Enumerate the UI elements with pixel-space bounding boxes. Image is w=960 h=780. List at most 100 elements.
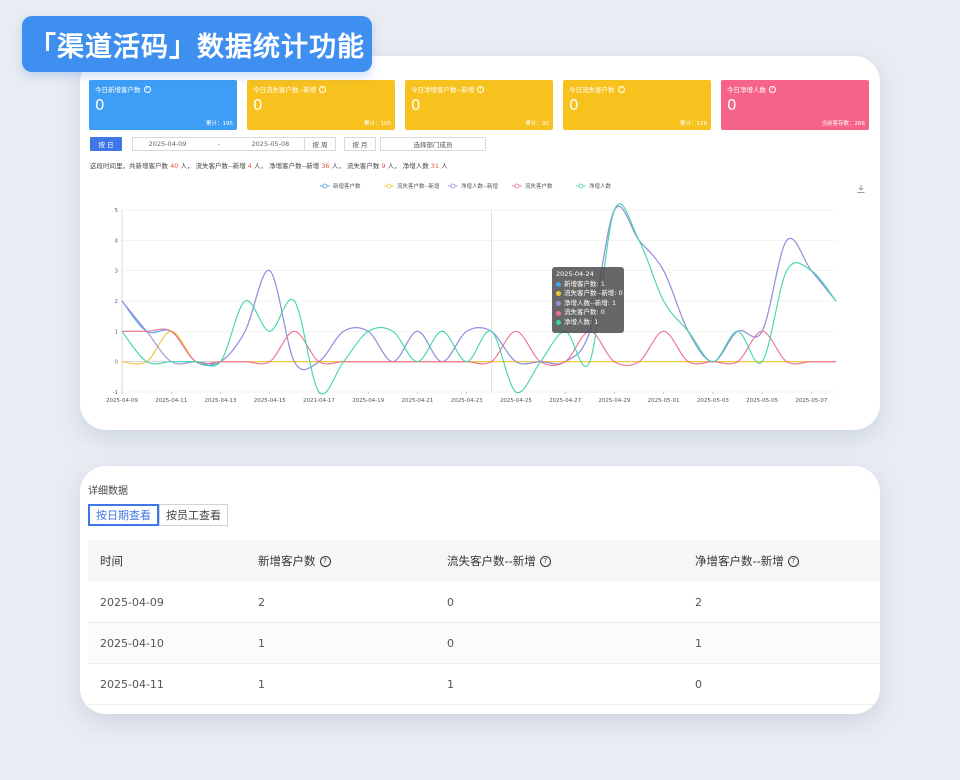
end-date: 2025-05-08: [251, 140, 290, 148]
details-card: 详细数据 按日期查看 按员工查看 时间 新增客户数? 流失客户数--新增? 净增…: [80, 466, 880, 714]
summary-text: 这段时间里，共新增客户数 40 人， 流失客户数--新增 4 人， 净增客户数-…: [90, 162, 448, 170]
column-header: 净增客户数--新增?: [683, 553, 880, 569]
table-cell: 0: [695, 677, 702, 691]
stat-value: 0: [727, 96, 737, 114]
legend-marker: [578, 183, 584, 189]
table-row: 2025-04-09 2 0 2: [88, 582, 880, 623]
table-row: 2025-04-10 1 0 1: [88, 623, 880, 664]
help-icon[interactable]: ?: [617, 85, 625, 93]
summary-unit: 人: [387, 162, 395, 170]
tab-by-date[interactable]: 按日期查看: [88, 504, 159, 526]
x-tick-label: 2025-05-03: [697, 398, 729, 404]
column-label: 净增客户数--新增: [695, 554, 784, 568]
tooltip-label: 净增人数--新增: 1: [564, 298, 617, 307]
tab-by-employee[interactable]: 按员工查看: [159, 504, 228, 526]
stat-lost-new: 今日流失客户数--新增? 0 累计：105: [247, 80, 395, 130]
tooltip-label: 净增人数: 1: [564, 317, 599, 326]
summary-new-count: 40: [170, 162, 179, 170]
view-tabs: 按日期查看 按员工查看: [88, 504, 228, 526]
x-tick-label: 2025-04-15: [254, 398, 286, 404]
y-tick-label: 1: [115, 329, 119, 335]
table-cell: 1: [695, 636, 702, 650]
summary-net-count: 31: [430, 162, 440, 170]
help-icon[interactable]: ?: [319, 85, 327, 93]
y-tick-label: 5: [115, 208, 119, 214]
details-table: 时间 新增客户数? 流失客户数--新增? 净增客户数--新增? 2025-04-…: [88, 540, 880, 705]
x-tick-label: 2025-05-07: [795, 398, 827, 404]
details-title: 详细数据: [88, 486, 128, 497]
summary-unit: 人: [331, 162, 339, 170]
series-dot: [556, 291, 561, 297]
tooltip-label: 流失客户数--新增: 0: [564, 289, 623, 298]
legend-label: 净增人数--新增: [461, 182, 498, 190]
table-cell: 1: [258, 677, 265, 691]
column-label: 流失客户数--新增: [447, 554, 536, 568]
chart-tooltip: 2025-04-24 新增客户数: 1 流失客户数--新增: 0 净增人数--新…: [552, 267, 624, 333]
legend-label: 流失客户数--新增: [397, 182, 439, 190]
stat-total: 累计：90: [525, 121, 550, 127]
help-icon[interactable]: ?: [769, 85, 776, 93]
x-tick-label: 2025-04-19: [352, 398, 384, 404]
summary-prefix: 这段时间里，共新增客户数: [90, 162, 168, 170]
by-month-button[interactable]: 按 月: [344, 137, 376, 151]
stat-total: 累计：105: [364, 121, 391, 127]
chart-svg: -1 0 1 2 3 4 5 2025-04-09 2025-04-11 2025-04-13 20…: [106, 182, 837, 404]
y-tick-label: 2: [115, 299, 119, 305]
legend-marker: [322, 183, 328, 189]
by-day-button[interactable]: 按 日: [90, 137, 122, 151]
y-tick-label: -1: [113, 390, 118, 396]
stat-net: 今日净增人数? 0 当前客存数：266: [721, 80, 869, 130]
column-label: 新增客户数: [258, 554, 316, 568]
dept-member-select[interactable]: 选择部门成员: [380, 137, 486, 151]
x-tick-label: 2025-04-09: [106, 398, 138, 404]
date-range-picker[interactable]: 2025-04-09 - 2025-05-08: [132, 137, 306, 151]
help-icon[interactable]: ?: [143, 85, 151, 93]
help-icon[interactable]: ?: [319, 555, 331, 567]
stat-title: 今日净增人数: [727, 86, 766, 94]
column-header: 新增客户数?: [246, 553, 435, 569]
date-separator: -: [217, 140, 221, 148]
summary-lost-new-count: 4: [247, 162, 252, 170]
tooltip-row: 流失客户数: 0: [556, 308, 620, 318]
stats-card: 今日新增客户数? 0 累计：195 今日流失客户数--新增? 0 累计：105 …: [80, 56, 880, 430]
summary-unit: 人: [441, 162, 448, 170]
legend-label: 净增人数: [589, 182, 612, 190]
x-tick-label: 2025-04-21: [401, 398, 433, 404]
stat-net-new: 今日净增客户数--新增? 0 累计：90: [405, 80, 553, 130]
filter-bar: 按 日 2025-04-09 - 2025-05-08 按 周 按 月 选择部门…: [90, 137, 870, 153]
help-icon[interactable]: ?: [477, 85, 485, 93]
column-header: 流失客户数--新增?: [435, 553, 683, 569]
help-icon[interactable]: ?: [787, 555, 799, 567]
stat-value: 0: [569, 96, 579, 114]
series-dot: [556, 281, 561, 287]
table-header: 时间 新增客户数? 流失客户数--新增? 净增客户数--新增?: [88, 540, 880, 582]
download-icon[interactable]: [856, 184, 866, 194]
table-cell: 1: [447, 677, 454, 691]
x-tick-label: 2021-04-17: [303, 398, 335, 404]
legend-marker: [514, 183, 520, 189]
stat-total: 当前客存数：266: [821, 121, 866, 127]
by-week-button[interactable]: 按 周: [304, 137, 336, 151]
stat-title: 今日流失客户数: [569, 86, 615, 94]
x-tick-label: 2025-04-25: [500, 398, 532, 404]
y-tick-label: 0: [115, 360, 119, 366]
legend-label: 流失客户数: [525, 182, 553, 190]
table-cell: 2: [258, 595, 265, 609]
summary-lost-label: 流失客户数: [346, 162, 380, 170]
table-cell: 0: [447, 595, 454, 609]
stats-row: 今日新增客户数? 0 累计：195 今日流失客户数--新增? 0 累计：105 …: [89, 80, 869, 130]
x-tick-label: 2025-05-01: [648, 398, 680, 404]
tooltip-row: 净增人数: 1: [556, 318, 620, 328]
stat-lost: 今日流失客户数? 0 累计：129: [563, 80, 711, 130]
column-label: 时间: [100, 554, 123, 568]
table-cell: 1: [258, 636, 265, 650]
stat-total: 累计：129: [680, 121, 707, 127]
stat-value: 0: [411, 96, 421, 114]
start-date: 2025-04-09: [148, 140, 187, 148]
line-chart: -1 0 1 2 3 4 5 2025-04-09 2025-04-11 2025-04-13 20…: [90, 176, 870, 406]
tooltip-row: 净增人数--新增: 1: [556, 299, 620, 309]
table-cell: 2025-04-11: [100, 677, 164, 691]
legend-label: 新增客户数: [333, 182, 361, 190]
series-dot: [556, 320, 561, 326]
help-icon[interactable]: ?: [539, 555, 551, 567]
